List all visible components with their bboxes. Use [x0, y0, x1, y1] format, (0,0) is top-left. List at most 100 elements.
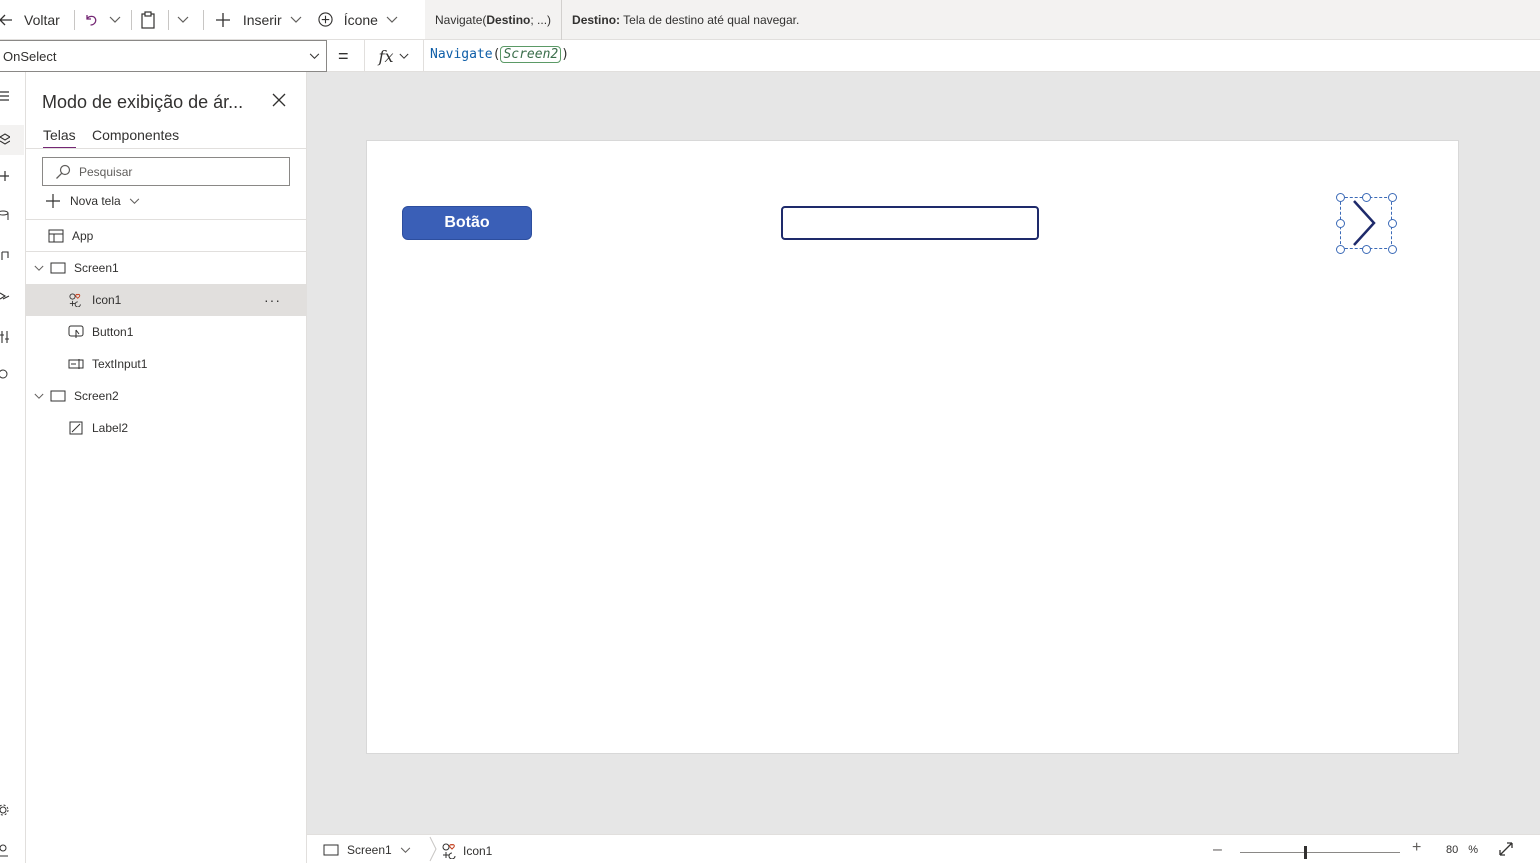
- zoom-in-button[interactable]: +: [1412, 839, 1421, 857]
- arrow-left-icon: [0, 14, 12, 25]
- insert-icon[interactable]: [0, 170, 10, 190]
- tree-item-label: Screen1: [74, 261, 119, 275]
- text-input-icon: [68, 359, 84, 369]
- canvas-icon-selected[interactable]: [1336, 193, 1397, 254]
- canvas-text-input[interactable]: [781, 206, 1039, 240]
- zoom-level: 80 %: [1446, 844, 1478, 856]
- tree-item-textinput1[interactable]: TextInput1: [26, 348, 307, 380]
- left-rail: [0, 72, 26, 863]
- screen-icon: [323, 844, 339, 856]
- command-bar: Voltar Inserir Ícone: [0, 0, 425, 40]
- toolbar-divider: [167, 9, 169, 30]
- breadcrumb-chevron-icon: [429, 836, 437, 862]
- menu-icon[interactable]: [0, 90, 10, 110]
- fx-icon: fx: [378, 46, 394, 66]
- panel-title: Modo de exibição de ár...: [42, 92, 244, 112]
- undo-button[interactable]: [83, 0, 99, 40]
- tree-item-label2[interactable]: Label2: [26, 412, 307, 444]
- undo-dropdown[interactable]: [99, 0, 121, 40]
- label-control-icon: [69, 421, 83, 435]
- fit-to-window-button[interactable]: [1499, 842, 1513, 859]
- resize-handle[interactable]: [1362, 193, 1371, 202]
- media-icon[interactable]: [0, 250, 10, 270]
- tree-item-screen2[interactable]: Screen2: [26, 380, 307, 412]
- back-button[interactable]: Voltar: [0, 0, 60, 40]
- control-breadcrumb-label: Icon1: [463, 844, 493, 858]
- zoom-slider-thumb[interactable]: [1304, 846, 1307, 859]
- data-icon[interactable]: [0, 210, 10, 230]
- zoom-out-button[interactable]: –: [1213, 841, 1222, 859]
- resize-handle[interactable]: [1388, 245, 1397, 254]
- plus-icon: [215, 12, 230, 27]
- insert-button[interactable]: Inserir: [215, 0, 302, 40]
- advanced-tools-icon[interactable]: [0, 330, 10, 350]
- toolbar-divider: [130, 9, 132, 30]
- status-bar: Screen1 Icon1 – + 80 %: [307, 834, 1540, 863]
- resize-handle[interactable]: [1362, 245, 1371, 254]
- tab-components[interactable]: Componentes: [92, 127, 179, 143]
- power-automate-icon[interactable]: [0, 290, 10, 310]
- formula-input[interactable]: Navigate(Screen2): [430, 46, 569, 63]
- search-placeholder: Pesquisar: [79, 164, 133, 179]
- tree-item-label: App: [72, 229, 94, 243]
- tab-screens[interactable]: Telas: [43, 127, 76, 149]
- close-panel-button[interactable]: [272, 90, 286, 113]
- toolbar-divider: [202, 9, 204, 30]
- resize-handle[interactable]: [1336, 245, 1345, 254]
- tabs-divider: [26, 148, 307, 149]
- equals-sign: =: [338, 46, 349, 66]
- tree-item-label: Label2: [92, 421, 129, 435]
- tree-item-app[interactable]: App: [26, 220, 307, 252]
- chevron-down-icon: [177, 16, 189, 23]
- search-rail-icon[interactable]: [0, 368, 10, 388]
- chevron-down-icon: [109, 16, 121, 23]
- param-rest: ; ...): [530, 12, 552, 27]
- more-options-button[interactable]: ···: [264, 292, 281, 308]
- chevron-down-icon: [400, 847, 410, 853]
- function-button[interactable]: fx: [364, 40, 424, 72]
- canvas-button[interactable]: Botão: [402, 206, 532, 240]
- tree-item-screen1[interactable]: Screen1: [26, 252, 307, 284]
- paste-dropdown[interactable]: [177, 0, 189, 40]
- tree-item-button1[interactable]: Button1: [26, 316, 307, 348]
- chevron-down-icon: [386, 16, 398, 23]
- tree-item-icon1[interactable]: Icon1 ···: [26, 284, 307, 316]
- toolbar-divider: [73, 9, 75, 30]
- zoom-unit: %: [1468, 844, 1479, 856]
- icons-control-icon: [69, 293, 81, 307]
- zoom-slider[interactable]: [1240, 852, 1400, 853]
- param-name: Destino: [486, 12, 531, 27]
- tree-item-label: Icon1: [92, 293, 122, 307]
- resize-handle[interactable]: [1336, 193, 1345, 202]
- icon-menu-button[interactable]: Ícone: [318, 0, 398, 40]
- icons-control-icon: [442, 843, 456, 859]
- settings-icon[interactable]: [0, 804, 10, 824]
- tree-view-icon[interactable]: [0, 125, 24, 155]
- formula-argument: Screen2: [500, 46, 562, 63]
- close-icon: [272, 93, 286, 107]
- property-dropdown[interactable]: OnSelect: [0, 40, 327, 72]
- button-control-icon: [68, 325, 84, 338]
- chevron-down-icon: [309, 53, 320, 59]
- chevron-down-icon: [399, 53, 409, 59]
- resize-handle[interactable]: [1388, 193, 1397, 202]
- paste-button[interactable]: [140, 0, 156, 40]
- undo-icon: [86, 14, 97, 26]
- clipboard-icon: [141, 10, 155, 29]
- search-input[interactable]: Pesquisar: [42, 157, 290, 186]
- resize-handle[interactable]: [1336, 219, 1345, 228]
- chevron-down-icon: [34, 393, 44, 399]
- screen-selector[interactable]: Screen1: [323, 843, 411, 857]
- expand-icon: [1499, 842, 1513, 856]
- virtual-agent-icon[interactable]: [0, 844, 10, 863]
- property-value: OnSelect: [3, 48, 57, 64]
- back-label: Voltar: [24, 11, 60, 28]
- app-icon: [48, 229, 64, 243]
- new-screen-button[interactable]: Nova tela: [46, 194, 140, 208]
- resize-handle[interactable]: [1388, 219, 1397, 228]
- zoom-value: 80: [1446, 844, 1459, 856]
- screen-selector-label: Screen1: [347, 843, 392, 857]
- control-breadcrumb[interactable]: Icon1: [442, 843, 492, 859]
- icon-menu-label: Ícone: [343, 11, 378, 28]
- add-circle-icon: [318, 12, 333, 27]
